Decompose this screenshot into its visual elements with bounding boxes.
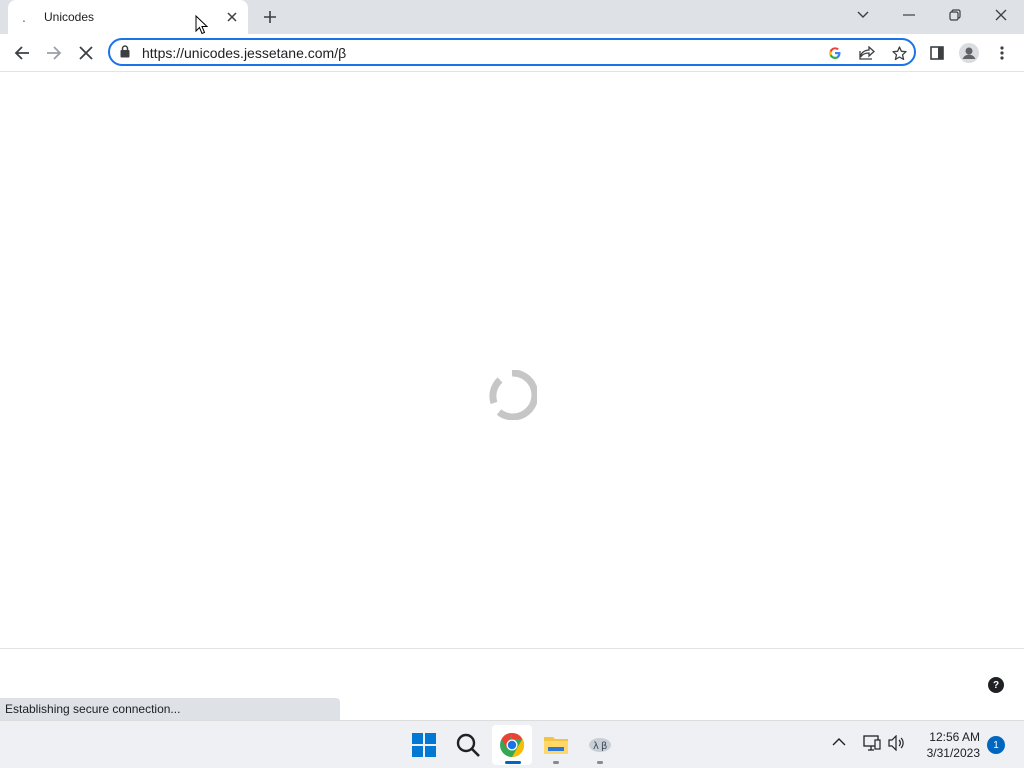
share-icon[interactable] <box>856 43 878 63</box>
help-button[interactable]: ? <box>988 677 1004 693</box>
back-button[interactable] <box>8 39 36 67</box>
close-window-button[interactable] <box>978 0 1024 30</box>
explorer-indicator <box>553 761 559 764</box>
network-app-icon[interactable]: λ β <box>580 725 620 765</box>
forward-button[interactable] <box>40 39 68 67</box>
clock[interactable]: 12:56 AM 3/31/2023 <box>900 729 980 761</box>
tab-close-icon[interactable] <box>222 7 242 27</box>
taskbar: λ β 12:56 AM 3/31/2023 1 <box>0 720 1024 768</box>
search-icon[interactable] <box>448 725 488 765</box>
tab-strip: . Unicodes <box>0 0 1024 34</box>
url-text[interactable]: https://unicodes.jessetane.com/β <box>142 45 347 61</box>
clock-date: 3/31/2023 <box>926 746 980 760</box>
tab-unicodes[interactable]: . Unicodes <box>8 0 248 34</box>
browser-toolbar: https://unicodes.jessetane.com/β <box>0 34 1024 72</box>
stop-loading-button[interactable] <box>72 39 100 67</box>
address-bar[interactable]: https://unicodes.jessetane.com/β <box>108 38 916 66</box>
bookmark-star-icon[interactable] <box>888 43 910 63</box>
mouse-cursor-icon <box>195 15 208 35</box>
svg-text:λ: λ <box>593 741 599 752</box>
status-bubble: Establishing secure connection... <box>0 698 340 720</box>
clock-time: 12:56 AM <box>929 730 980 744</box>
tab-title: Unicodes <box>44 10 95 24</box>
menu-kebab-icon[interactable] <box>988 39 1016 67</box>
favicon-icon: . <box>22 9 26 25</box>
restore-button[interactable] <box>932 0 978 30</box>
minimize-button[interactable] <box>886 0 932 30</box>
notification-badge[interactable]: 1 <box>987 736 1005 754</box>
page-content <box>0 72 1024 648</box>
google-lens-icon[interactable] <box>824 43 846 63</box>
chevron-up-icon[interactable] <box>832 737 846 746</box>
chrome-active-indicator <box>505 761 521 764</box>
side-panel-icon[interactable] <box>923 39 951 67</box>
new-tab-button[interactable] <box>256 5 284 29</box>
chrome-icon[interactable] <box>492 725 532 765</box>
profile-avatar-icon[interactable] <box>955 39 983 67</box>
svg-text:β: β <box>601 741 607 752</box>
file-explorer-icon[interactable] <box>536 725 576 765</box>
lock-icon[interactable] <box>120 45 130 58</box>
tab-search-icon[interactable] <box>840 0 886 30</box>
app-indicator <box>597 761 603 764</box>
divider <box>0 648 1024 649</box>
loading-spinner-icon <box>487 370 537 420</box>
network-icon[interactable] <box>863 735 881 751</box>
windows-start-icon[interactable] <box>404 725 444 765</box>
